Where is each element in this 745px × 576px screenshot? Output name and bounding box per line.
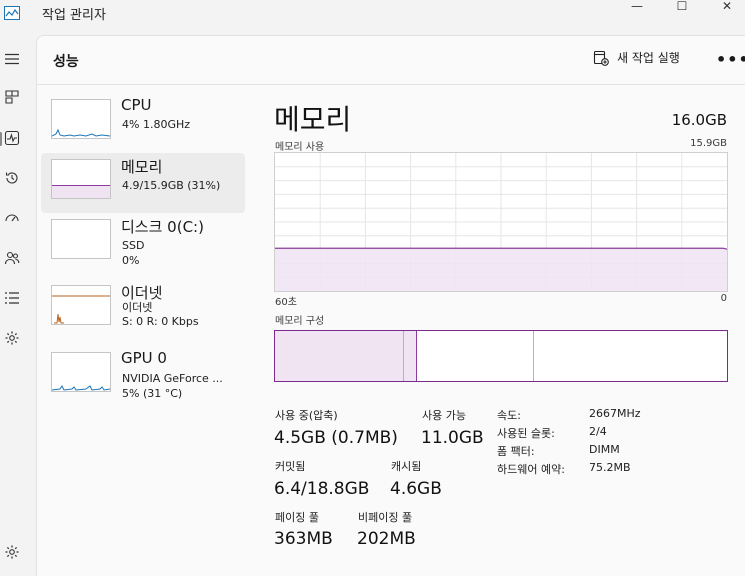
form-factor-value: DIMM <box>589 443 620 456</box>
composition-standby <box>533 331 534 381</box>
cached-label: 캐시됨 <box>391 460 422 473</box>
memory-usage-max: 15.9GB <box>690 138 727 149</box>
slots-used-value: 2/4 <box>589 425 607 438</box>
device-name: CPU <box>121 96 152 114</box>
time-axis-left: 60초 <box>275 297 297 308</box>
ethernet-thumbnail-graph <box>51 285 111 325</box>
in-use-value: 4.5GB (0.7MB) <box>274 428 398 448</box>
settings-icon <box>5 545 19 559</box>
memory-composition-bar <box>274 330 728 382</box>
nav-settings[interactable] <box>0 538 24 566</box>
panel-header: 성능 새 작업 실행 ••• <box>37 36 745 85</box>
services-icon <box>5 331 19 345</box>
memory-usage-graph <box>274 152 728 292</box>
minimize-button[interactable]: — <box>614 0 660 13</box>
cpu-thumbnail-graph <box>51 99 111 139</box>
cached-value: 4.6GB <box>390 479 442 499</box>
nav-users[interactable] <box>0 244 24 272</box>
performance-panel: 성능 새 작업 실행 ••• CPU 4% 1.80GHz 메모리 4.9/15… <box>36 35 745 576</box>
run-new-task-icon <box>593 50 609 66</box>
time-axis-right: 0 <box>720 293 727 304</box>
hardware-reserved-label: 하드웨어 예약: <box>497 463 565 476</box>
memory-total: 16.0GB <box>671 111 727 129</box>
details-icon <box>5 292 19 304</box>
committed-label: 커밋됨 <box>275 460 306 473</box>
device-name: 디스크 0(C:) <box>121 218 204 236</box>
nonpaged-pool-value: 202MB <box>357 529 416 549</box>
form-factor-label: 폼 팩터: <box>497 445 535 458</box>
device-stat: 4% 1.80GHz <box>122 118 191 131</box>
navigation-rail <box>0 36 36 559</box>
nav-details[interactable] <box>0 284 24 312</box>
more-options-button[interactable]: ••• <box>716 50 745 69</box>
title-bar: 작업 관리자 — ☐ ✕ <box>0 0 745 30</box>
available-label: 사용 가능 <box>422 409 466 422</box>
close-icon: ✕ <box>721 0 733 13</box>
close-button[interactable]: ✕ <box>704 0 745 13</box>
task-manager-app-icon <box>4 6 20 20</box>
hardware-reserved-value: 75.2MB <box>589 461 631 474</box>
device-name: GPU 0 <box>121 349 167 367</box>
device-adapter: 이더넷 <box>122 301 153 314</box>
slots-used-label: 사용된 슬롯: <box>497 427 555 440</box>
hamburger-menu-icon <box>5 53 19 65</box>
gpu-thumbnail-graph <box>51 352 111 392</box>
maximize-button[interactable]: ☐ <box>659 0 705 13</box>
device-gpu[interactable]: GPU 0 NVIDIA GeForce ... 5% (31 °C) <box>41 346 245 406</box>
committed-value: 6.4/18.8GB <box>274 479 370 499</box>
page-title: 성능 <box>53 54 79 70</box>
device-model: NVIDIA GeForce ... <box>122 372 223 385</box>
run-new-task-button[interactable]: 새 작업 실행 <box>593 49 680 66</box>
device-stat: 4.9/15.9GB (31%) <box>122 179 221 192</box>
composition-modified <box>404 331 417 381</box>
device-ethernet[interactable]: 이더넷 이더넷 S: 0 R: 0 Kbps <box>41 279 245 339</box>
memory-composition-label: 메모리 구성 <box>275 316 325 327</box>
memory-usage-label: 메모리 사용 <box>275 142 325 153</box>
nav-startup-apps[interactable] <box>0 204 24 232</box>
device-name: 메모리 <box>121 158 163 176</box>
run-new-task-label: 새 작업 실행 <box>617 51 680 65</box>
paged-pool-value: 363MB <box>274 529 333 549</box>
nav-app-history[interactable] <box>0 164 24 192</box>
paged-pool-label: 페이징 풀 <box>275 511 319 524</box>
device-stat: S: 0 R: 0 Kbps <box>122 315 199 328</box>
minimize-icon: — <box>631 0 643 13</box>
memory-usage-area <box>275 248 727 291</box>
window-title: 작업 관리자 <box>42 8 106 23</box>
device-memory[interactable]: 메모리 4.9/15.9GB (31%) <box>41 153 245 213</box>
nav-processes[interactable] <box>0 83 24 111</box>
performance-icon <box>4 130 20 146</box>
disk-thumbnail-graph <box>51 219 111 259</box>
available-value: 11.0GB <box>421 428 484 448</box>
app-history-icon <box>5 172 18 184</box>
users-icon <box>4 251 20 265</box>
speed-value: 2667MHz <box>589 407 641 420</box>
startup-apps-icon <box>5 214 19 222</box>
nav-menu-button[interactable] <box>0 45 24 73</box>
nav-performance[interactable] <box>0 124 24 152</box>
in-use-label: 사용 중(압축) <box>275 409 338 422</box>
device-stat: 0% <box>122 254 140 267</box>
device-cpu[interactable]: CPU 4% 1.80GHz <box>41 93 245 153</box>
memory-thumbnail-graph <box>51 159 111 199</box>
composition-in-use <box>275 331 404 381</box>
device-stat: 5% (31 °C) <box>122 387 183 400</box>
maximize-icon: ☐ <box>676 0 688 13</box>
detail-title: 메모리 <box>274 103 352 136</box>
nonpaged-pool-label: 비페이징 풀 <box>358 511 413 524</box>
speed-label: 속도: <box>497 409 521 422</box>
nav-services[interactable] <box>0 324 24 352</box>
more-options-icon: ••• <box>716 50 745 69</box>
processes-icon <box>5 90 19 104</box>
device-disk[interactable]: 디스크 0(C:) SSD 0% <box>41 213 245 273</box>
device-type: SSD <box>122 239 145 252</box>
